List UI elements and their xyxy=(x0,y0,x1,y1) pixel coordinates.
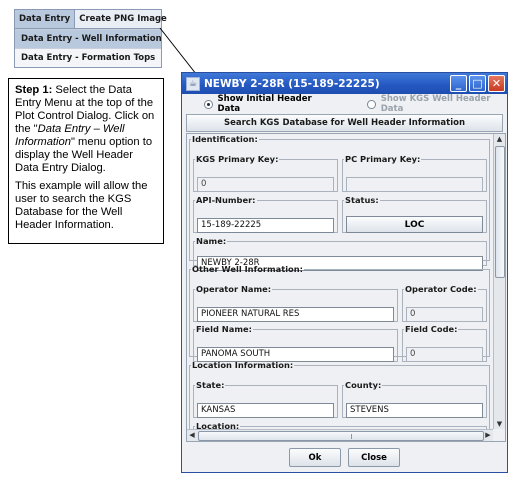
county-label: County: xyxy=(345,380,382,390)
api-number-label: API-Number: xyxy=(196,195,256,205)
header-data-radio-group: Show Initial Header Data Show KGS Well H… xyxy=(182,94,507,114)
java-cup-icon: ☕ xyxy=(186,76,200,91)
well-info-scroll-pane: Identification: KGS Primary Key: 0 PC Pr… xyxy=(186,133,506,442)
dialog-title: NEWBY 2-28R (15-189-22225) xyxy=(204,77,380,90)
pc-key-group: PC Primary Key: xyxy=(342,154,487,192)
field-name-group: Field Name: PANOMA SOUTH xyxy=(193,324,398,362)
state-label: State: xyxy=(196,380,225,390)
status-button[interactable]: LOC xyxy=(346,216,483,233)
kgs-key-group: KGS Primary Key: 0 xyxy=(193,154,338,192)
identification-legend: Identification: xyxy=(192,134,258,144)
pc-key-label: PC Primary Key: xyxy=(345,154,421,164)
plot-control-menu: Data Entry Create PNG Image Data Entry -… xyxy=(14,9,167,68)
well-header-dialog: ☕ NEWBY 2-28R (15-189-22225) _ □ ✕ Show … xyxy=(181,72,508,473)
scroll-grip-icon xyxy=(351,434,354,439)
operator-name-group: Operator Name: PIONEER NATURAL RES xyxy=(193,284,398,322)
scroll-up-icon[interactable]: ▲ xyxy=(494,134,505,144)
operator-code-group: Operator Code: 0 xyxy=(402,284,487,322)
search-kgs-button[interactable]: Search KGS Database for Well Header Info… xyxy=(186,114,503,132)
county-group: County: STEVENS xyxy=(342,380,487,418)
radio-kgs-label: Show KGS Well Header Data xyxy=(380,94,491,114)
status-group: Status: LOC xyxy=(342,195,487,233)
operator-name-field[interactable]: PIONEER NATURAL RES xyxy=(197,307,394,322)
api-number-group: API-Number: 15-189-22225 xyxy=(193,195,338,233)
data-entry-dropdown: Data Entry - Well Information Data Entry… xyxy=(14,29,162,68)
window-buttons: _ □ ✕ xyxy=(450,75,505,92)
ok-button[interactable]: Ok xyxy=(289,448,341,467)
kgs-key-label: KGS Primary Key: xyxy=(196,154,279,164)
field-code-group: Field Code: 0 xyxy=(402,324,487,362)
name-label: Name: xyxy=(196,236,227,246)
status-label: Status: xyxy=(345,195,379,205)
county-field[interactable]: STEVENS xyxy=(346,403,483,418)
step-1-paragraph: Step 1: Select the Data Entry Menu at th… xyxy=(15,84,157,175)
menu-data-entry[interactable]: Data Entry xyxy=(15,10,76,28)
dialog-title-bar[interactable]: ☕ NEWBY 2-28R (15-189-22225) _ □ ✕ xyxy=(182,73,507,94)
radio-unselected-icon xyxy=(367,99,376,109)
other-well-info-group: Other Well Information: Operator Name: P… xyxy=(189,264,490,362)
instruction-callout: Step 1: Select the Data Entry Menu at th… xyxy=(8,78,164,244)
state-field[interactable]: KANSAS xyxy=(197,403,334,418)
operator-name-label: Operator Name: xyxy=(196,284,272,294)
scroll-down-icon[interactable]: ▼ xyxy=(494,419,505,429)
close-icon[interactable]: ✕ xyxy=(488,75,505,92)
radio-selected-icon xyxy=(204,99,213,109)
operator-code-field[interactable]: 0 xyxy=(406,307,483,322)
name-group: Name: NEWBY 2-28R xyxy=(193,236,487,271)
step-label: Step 1: xyxy=(15,84,53,96)
dialog-footer: Ok Close xyxy=(182,440,507,472)
radio-initial-label: Show Initial Header Data xyxy=(217,94,312,114)
menu-item-formation-tops[interactable]: Data Entry - Formation Tops xyxy=(15,48,161,67)
kgs-key-field[interactable]: 0 xyxy=(197,177,334,192)
other-well-info-legend: Other Well Information: xyxy=(192,264,303,274)
menu-item-well-information[interactable]: Data Entry - Well Information xyxy=(15,29,162,48)
state-group: State: KANSAS xyxy=(193,380,338,418)
field-code-label: Field Code: xyxy=(405,324,458,334)
maximize-icon[interactable]: □ xyxy=(469,75,486,92)
field-name-label: Field Name: xyxy=(196,324,252,334)
menu-create-png-image[interactable]: Create PNG Image xyxy=(75,10,171,28)
location-info-legend: Location Information: xyxy=(192,360,294,370)
identification-group: Identification: KGS Primary Key: 0 PC Pr… xyxy=(189,134,490,271)
pc-key-field[interactable] xyxy=(346,177,483,192)
minimize-icon[interactable]: _ xyxy=(450,75,467,92)
operator-code-label: Operator Code: xyxy=(405,284,477,294)
vertical-scrollbar[interactable]: ▲ ▼ xyxy=(493,134,505,429)
step-1-note: This example will allow the user to sear… xyxy=(15,180,148,231)
menu-bar: Data Entry Create PNG Image xyxy=(14,9,167,29)
vertical-scroll-thumb[interactable] xyxy=(495,146,505,278)
close-button[interactable]: Close xyxy=(348,448,400,467)
api-number-field[interactable]: 15-189-22225 xyxy=(197,218,334,233)
radio-show-initial-header[interactable]: Show Initial Header Data xyxy=(204,94,329,114)
radio-show-kgs-header[interactable]: Show KGS Well Header Data xyxy=(367,94,507,114)
